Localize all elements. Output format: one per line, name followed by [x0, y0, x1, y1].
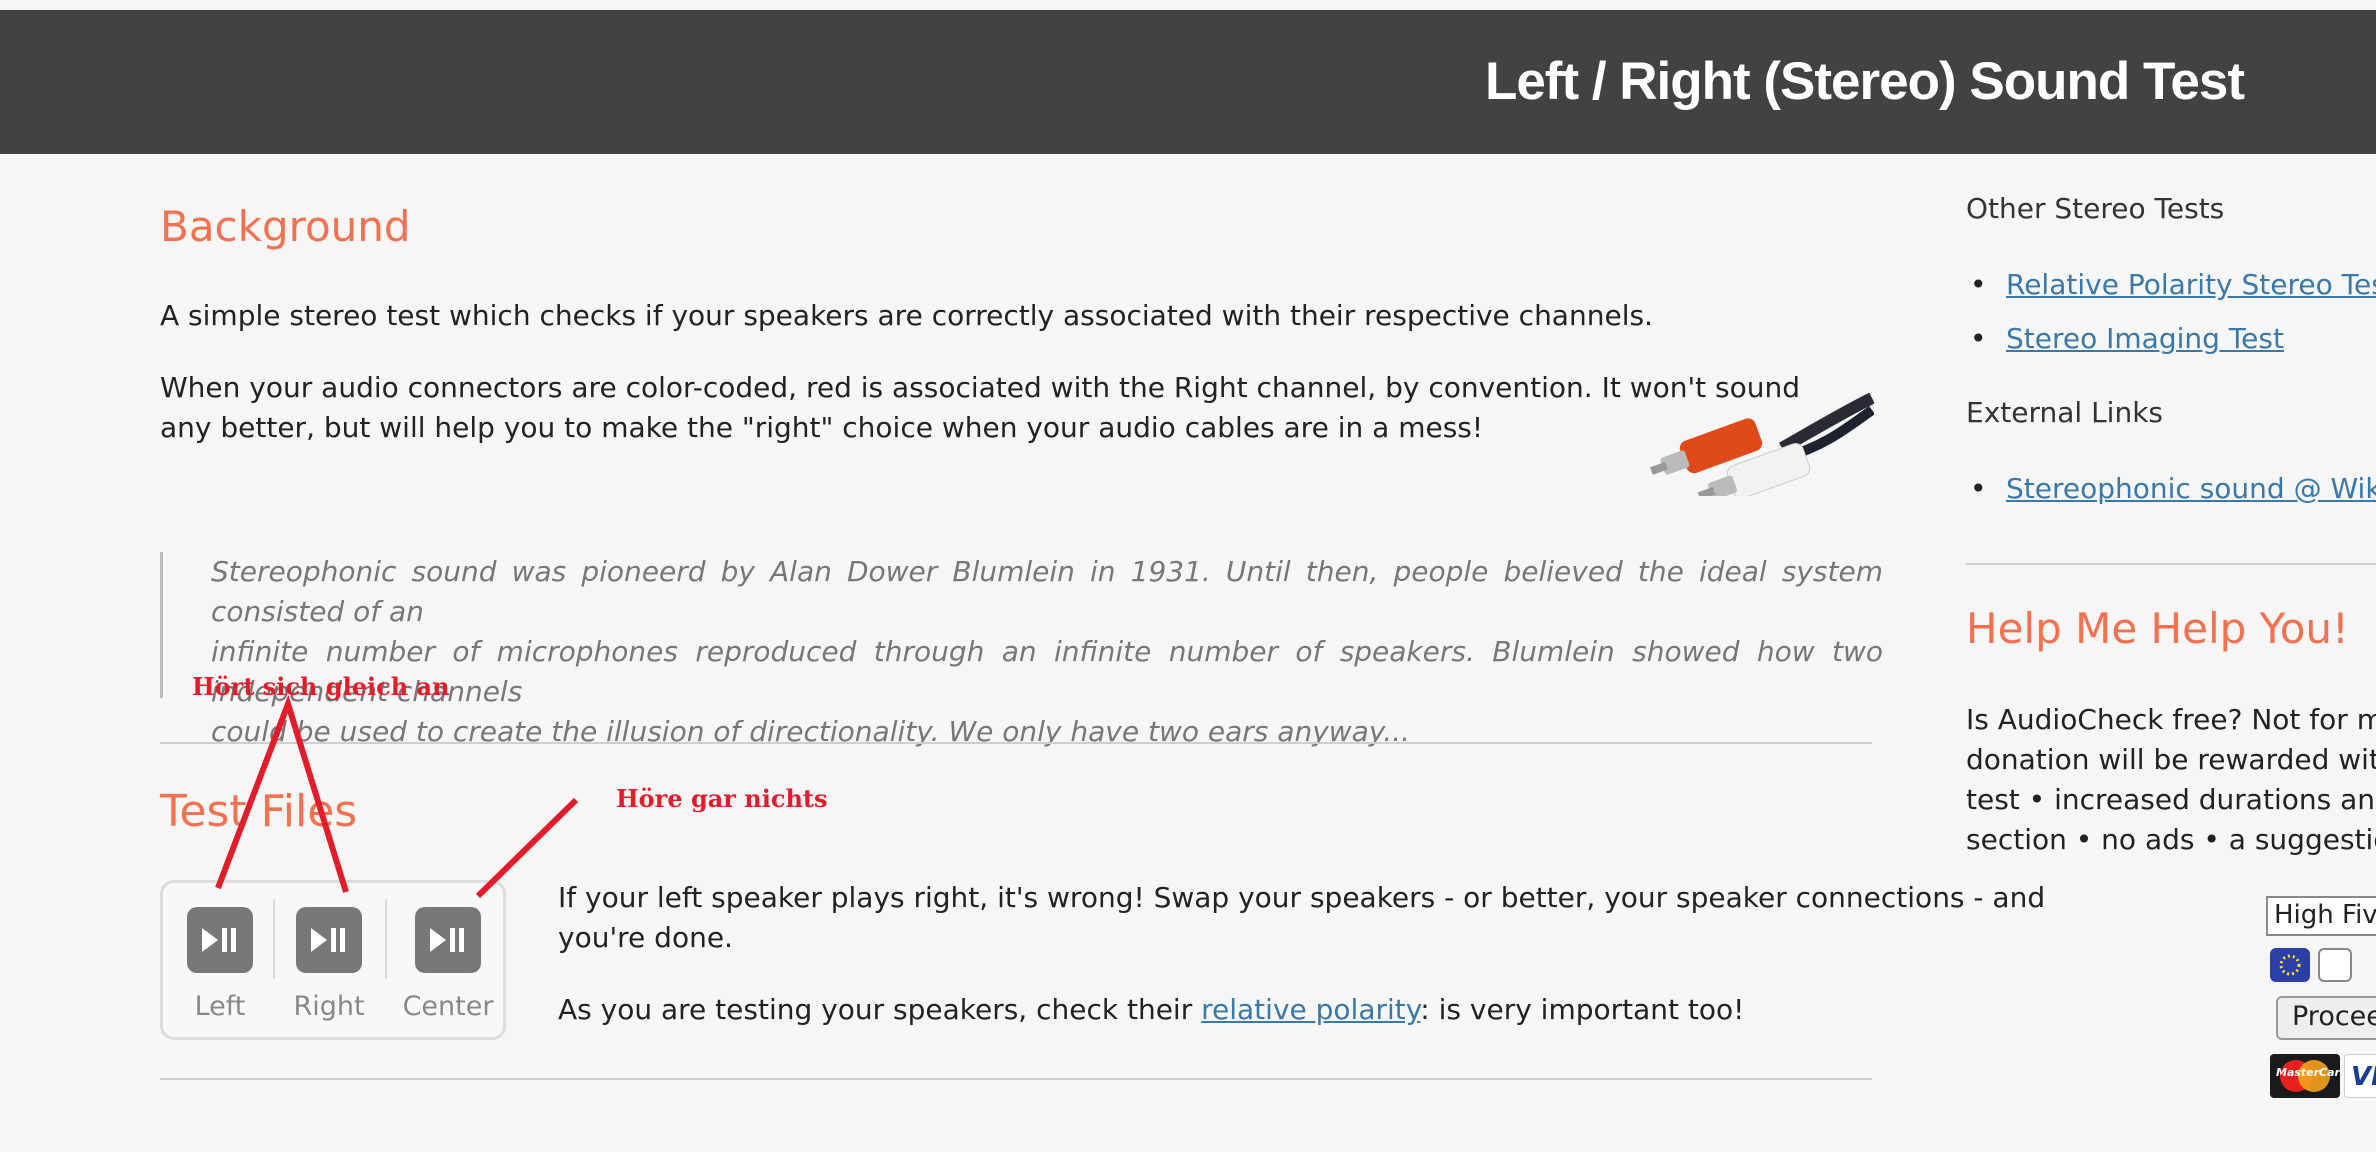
- help-line-3: test • increased durations and sa: [1966, 783, 2376, 816]
- help-line-4: section • no ads • a suggestion b: [1966, 823, 2376, 856]
- donation-select[interactable]: High Fiv: [2266, 896, 2376, 936]
- help-line-1: Is AudioCheck free? Not for me. Yo: [1966, 700, 2376, 740]
- list-item: Stereophonic sound @ Wikipe: [1966, 462, 2376, 516]
- help-text: Is AudioCheck free? Not for me. Yo donat…: [1966, 700, 2376, 860]
- annotation-same-sound: Hört sich gleich an: [192, 672, 450, 701]
- mastercard-text: MasterCard: [2276, 1066, 2340, 1079]
- external-links-title: External Links: [1966, 396, 2163, 429]
- sidebar-divider: [1966, 563, 2376, 565]
- list-item: Relative Polarity Stereo Test: [1966, 258, 2376, 312]
- stereo-imaging-test-link[interactable]: Stereo Imaging Test: [2006, 322, 2284, 355]
- sidebar: Other Stereo Tests Relative Polarity Ste…: [1966, 154, 2376, 1152]
- proceed-button[interactable]: Procee: [2276, 996, 2376, 1040]
- help-heading: Help Me Help You!: [1966, 604, 2349, 653]
- visa-logo: VI: [2344, 1054, 2376, 1098]
- relative-polarity-test-link[interactable]: Relative Polarity Stereo Test: [2006, 268, 2376, 301]
- external-links-list: Stereophonic sound @ Wikipe: [1966, 462, 2376, 516]
- help-line-2: donation will be rewarded with • u: [1966, 743, 2376, 776]
- other-tests-title: Other Stereo Tests: [1966, 192, 2225, 225]
- help-line-1-text: Is AudioCheck free? Not for me.: [1966, 703, 2376, 736]
- wikipedia-link[interactable]: Stereophonic sound @ Wikipe: [2006, 472, 2376, 505]
- list-item: Stereo Imaging Test: [1966, 312, 2376, 366]
- eu-flag-icon[interactable]: [2270, 948, 2310, 982]
- mastercard-logo: MasterCard: [2270, 1054, 2340, 1098]
- annotation-hear-nothing: Höre gar nichts: [616, 784, 828, 813]
- other-tests-list: Relative Polarity Stereo Test Stereo Ima…: [1966, 258, 2376, 366]
- currency-checkbox[interactable]: [2318, 948, 2352, 982]
